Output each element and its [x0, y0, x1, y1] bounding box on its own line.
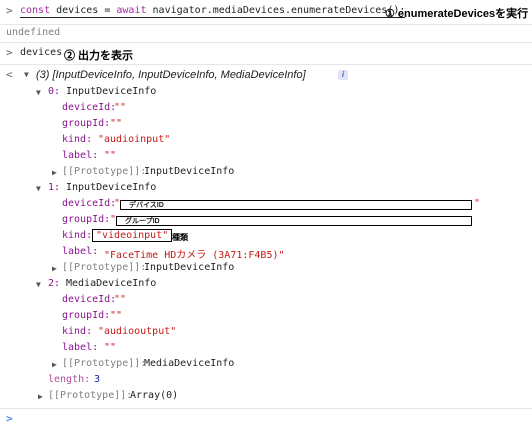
expand-triangle-icon[interactable]: ▼ — [36, 88, 41, 97]
separator — [0, 24, 532, 25]
device-2-header[interactable]: ▼ 2: MediaDeviceInfo — [0, 278, 532, 292]
prototype-key: [[Prototype]]: — [62, 358, 147, 369]
prototype-key: [[Prototype]]: — [62, 166, 147, 177]
device-2-label: label: "" — [0, 342, 532, 356]
prototype-value: InputDeviceInfo — [144, 166, 235, 177]
device-type: MediaDeviceInfo — [66, 278, 157, 289]
device-type: InputDeviceInfo — [66, 86, 157, 97]
separator — [0, 408, 532, 409]
prop-value: "audioinput" — [98, 134, 171, 145]
prototype-key: [[Prototype]]: — [48, 390, 133, 401]
command-text[interactable]: const devices = await navigator.mediaDev… — [20, 5, 406, 18]
annotation-step-2: ② 出力を表示 — [64, 50, 134, 62]
prompt-chevron: > — [6, 46, 13, 59]
quote-close: " — [474, 198, 481, 209]
equals-sign: = — [104, 5, 111, 16]
length-key: length: — [48, 374, 91, 385]
device-2-prototype[interactable]: ▶ [[Prototype]]: MediaDeviceInfo — [0, 358, 532, 372]
array-summary-text: (3) [InputDeviceInfo, InputDeviceInfo, M… — [36, 69, 306, 81]
prop-value: "" — [104, 342, 117, 353]
command-text-devices[interactable]: devices — [20, 47, 62, 58]
prop-key: kind: — [62, 134, 93, 145]
prototype-value: InputDeviceInfo — [144, 262, 235, 273]
device-0-groupid: groupId: "" — [0, 118, 532, 132]
result-chevron: < — [6, 68, 13, 81]
redacted-device-id: デバイスID — [120, 200, 472, 210]
collapsed-triangle-icon[interactable]: ▶ — [52, 168, 57, 177]
prop-value: "FaceTime HDカメラ (3A71:F4B5)" — [104, 250, 285, 261]
array-summary-row[interactable]: < ▼ (3) [InputDeviceInfo, InputDeviceInf… — [0, 68, 532, 84]
prop-key: groupId: — [62, 214, 111, 225]
console-input-line-2: > devices ② 出力を表示 — [0, 46, 532, 62]
device-2-kind: kind: "audiooutput" — [0, 326, 532, 340]
variable-name: devices — [56, 5, 99, 16]
device-index: 0: — [48, 86, 61, 97]
prop-key: kind: — [62, 326, 93, 337]
prop-value: "audiooutput" — [98, 326, 177, 337]
device-2-groupid: groupId: "" — [0, 310, 532, 324]
device-1-prototype[interactable]: ▶ [[Prototype]]: InputDeviceInfo — [0, 262, 532, 276]
undefined-text: undefined — [6, 27, 61, 38]
info-icon[interactable]: i — [338, 70, 348, 80]
device-0-prototype[interactable]: ▶ [[Prototype]]: InputDeviceInfo — [0, 166, 532, 180]
device-1-deviceid: deviceId: " デバイスID " — [0, 198, 532, 212]
device-0-header[interactable]: ▼ 0: InputDeviceInfo — [0, 86, 532, 100]
collapsed-triangle-icon[interactable]: ▶ — [52, 264, 57, 273]
device-index: 2: — [48, 278, 61, 289]
console-input-empty[interactable]: > — [0, 412, 532, 426]
length-value: 3 — [94, 374, 101, 385]
kind-value-box: "videoinput" — [92, 229, 173, 242]
device-2-deviceid: deviceId: "" — [0, 294, 532, 308]
array-prototype-row[interactable]: ▶ [[Prototype]]: Array(0) — [0, 390, 532, 404]
device-0-label: label: "" — [0, 150, 532, 164]
separator — [0, 42, 532, 43]
device-1-kind: kind: "videoinput" 種類 — [0, 229, 532, 244]
annotation-step-1: ① enumerateDevicesを実行 — [385, 8, 529, 20]
prop-value: "" — [114, 294, 127, 305]
prop-key: kind: — [62, 230, 93, 241]
expand-triangle-icon[interactable]: ▼ — [36, 280, 41, 289]
keyword-await: await — [116, 5, 147, 16]
prop-value: "" — [114, 102, 127, 113]
prototype-value: MediaDeviceInfo — [144, 358, 235, 369]
prototype-key: [[Prototype]]: — [62, 262, 147, 273]
redacted-group-id: グループID — [116, 216, 472, 226]
separator — [0, 64, 532, 65]
prop-value: "" — [104, 150, 117, 161]
prop-key: groupId: — [62, 310, 111, 321]
prop-key: label: — [62, 246, 99, 257]
prop-key: deviceId: — [62, 102, 117, 113]
device-1-groupid: groupId: " グループID — [0, 214, 532, 228]
expand-triangle-icon[interactable]: ▼ — [36, 184, 41, 193]
console-input-line-1: > const devices = await navigator.mediaD… — [0, 4, 532, 20]
prop-key: label: — [62, 150, 99, 161]
device-0-deviceid: deviceId: "" — [0, 102, 532, 116]
prompt-chevron: > — [6, 4, 13, 17]
device-0-kind: kind: "audioinput" — [0, 134, 532, 148]
array-length-row: length: 3 — [0, 374, 532, 388]
device-index: 1: — [48, 182, 61, 193]
device-type: InputDeviceInfo — [66, 182, 157, 193]
keyword-const: const — [20, 5, 51, 16]
prop-value: "" — [110, 310, 123, 321]
collapsed-triangle-icon[interactable]: ▶ — [38, 392, 43, 401]
prototype-value: Array(0) — [130, 390, 179, 401]
collapsed-triangle-icon[interactable]: ▶ — [52, 360, 57, 369]
prop-key: deviceId: — [62, 294, 117, 305]
console-result-undefined: undefined — [0, 27, 532, 41]
prop-key: label: — [62, 342, 99, 353]
device-1-label: label: "FaceTime HDカメラ (3A71:F4B5)" — [0, 246, 532, 261]
kind-annotation: 種類 — [172, 233, 188, 242]
prop-value: "" — [110, 118, 123, 129]
device-1-header[interactable]: ▼ 1: InputDeviceInfo — [0, 182, 532, 196]
prop-key: deviceId: — [62, 198, 117, 209]
call-expression: navigator.mediaDevices.enumerateDevices(… — [152, 5, 406, 16]
prop-key: groupId: — [62, 118, 111, 129]
expand-triangle-icon[interactable]: ▼ — [24, 70, 29, 79]
input-prompt-chevron: > — [6, 412, 13, 425]
